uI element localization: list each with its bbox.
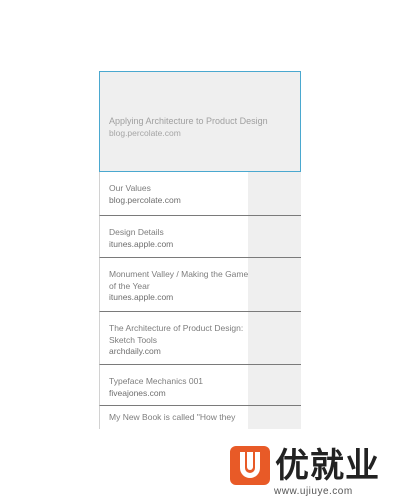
watermark-logo: 优就业 www.ujiuye.com <box>230 446 392 497</box>
list-item-thumbnail <box>248 172 301 215</box>
brand-url: www.ujiuye.com <box>274 486 353 497</box>
list-item[interactable]: The Architecture of Product Design: Sket… <box>99 312 301 365</box>
list-item-title: Our Values <box>109 183 151 193</box>
list-item-source: itunes.apple.com <box>109 238 174 249</box>
list-item-source: itunes.apple.com <box>109 292 174 302</box>
list-item-source: fiveajones.com <box>109 387 166 398</box>
list-item[interactable]: Design Details itunes.apple.com <box>99 216 301 258</box>
list-item[interactable]: My New Book is called "How they <box>99 406 301 429</box>
list-item[interactable]: Our Values blog.percolate.com <box>99 172 301 216</box>
list-item-text: The Architecture of Product Design: Sket… <box>100 312 249 358</box>
list-item-thumbnail <box>248 216 301 257</box>
featured-card[interactable]: Applying Architecture to Product Design … <box>99 71 301 172</box>
list-item-title: My New Book is called "How they <box>109 412 236 422</box>
list-item-text: Our Values blog.percolate.com <box>100 172 249 206</box>
list-item-title: Design Details <box>109 227 164 237</box>
featured-text: Applying Architecture to Product Design … <box>109 116 268 139</box>
list-item-thumbnail <box>248 365 301 405</box>
list-item-title: Monument Valley / Making the Game of the… <box>109 269 249 291</box>
list-item-text: Monument Valley / Making the Game of the… <box>100 258 249 304</box>
list-item-thumbnail <box>248 258 301 311</box>
brand-mark-icon <box>230 446 270 485</box>
featured-source: blog.percolate.com <box>109 127 181 138</box>
featured-title: Applying Architecture to Product Design <box>109 116 268 126</box>
list-item-thumbnail <box>248 312 301 364</box>
list-item-text: My New Book is called "How they <box>100 406 249 424</box>
list-item-thumbnail <box>248 406 301 429</box>
brand-name: 优就业 <box>275 446 380 486</box>
list-item-source: blog.percolate.com <box>109 194 181 205</box>
reading-list-panel: Applying Architecture to Product Design … <box>99 71 301 429</box>
article-list: Our Values blog.percolate.com Design Det… <box>99 172 301 429</box>
list-item-text: Typeface Mechanics 001 fiveajones.com <box>100 365 249 399</box>
list-item-title: Typeface Mechanics 001 <box>109 376 204 386</box>
list-item[interactable]: Monument Valley / Making the Game of the… <box>99 258 301 312</box>
list-item-title: The Architecture of Product Design: Sket… <box>109 323 244 345</box>
list-item[interactable]: Typeface Mechanics 001 fiveajones.com <box>99 365 301 406</box>
list-item-source: archdaily.com <box>109 346 161 356</box>
list-item-text: Design Details itunes.apple.com <box>100 216 249 250</box>
